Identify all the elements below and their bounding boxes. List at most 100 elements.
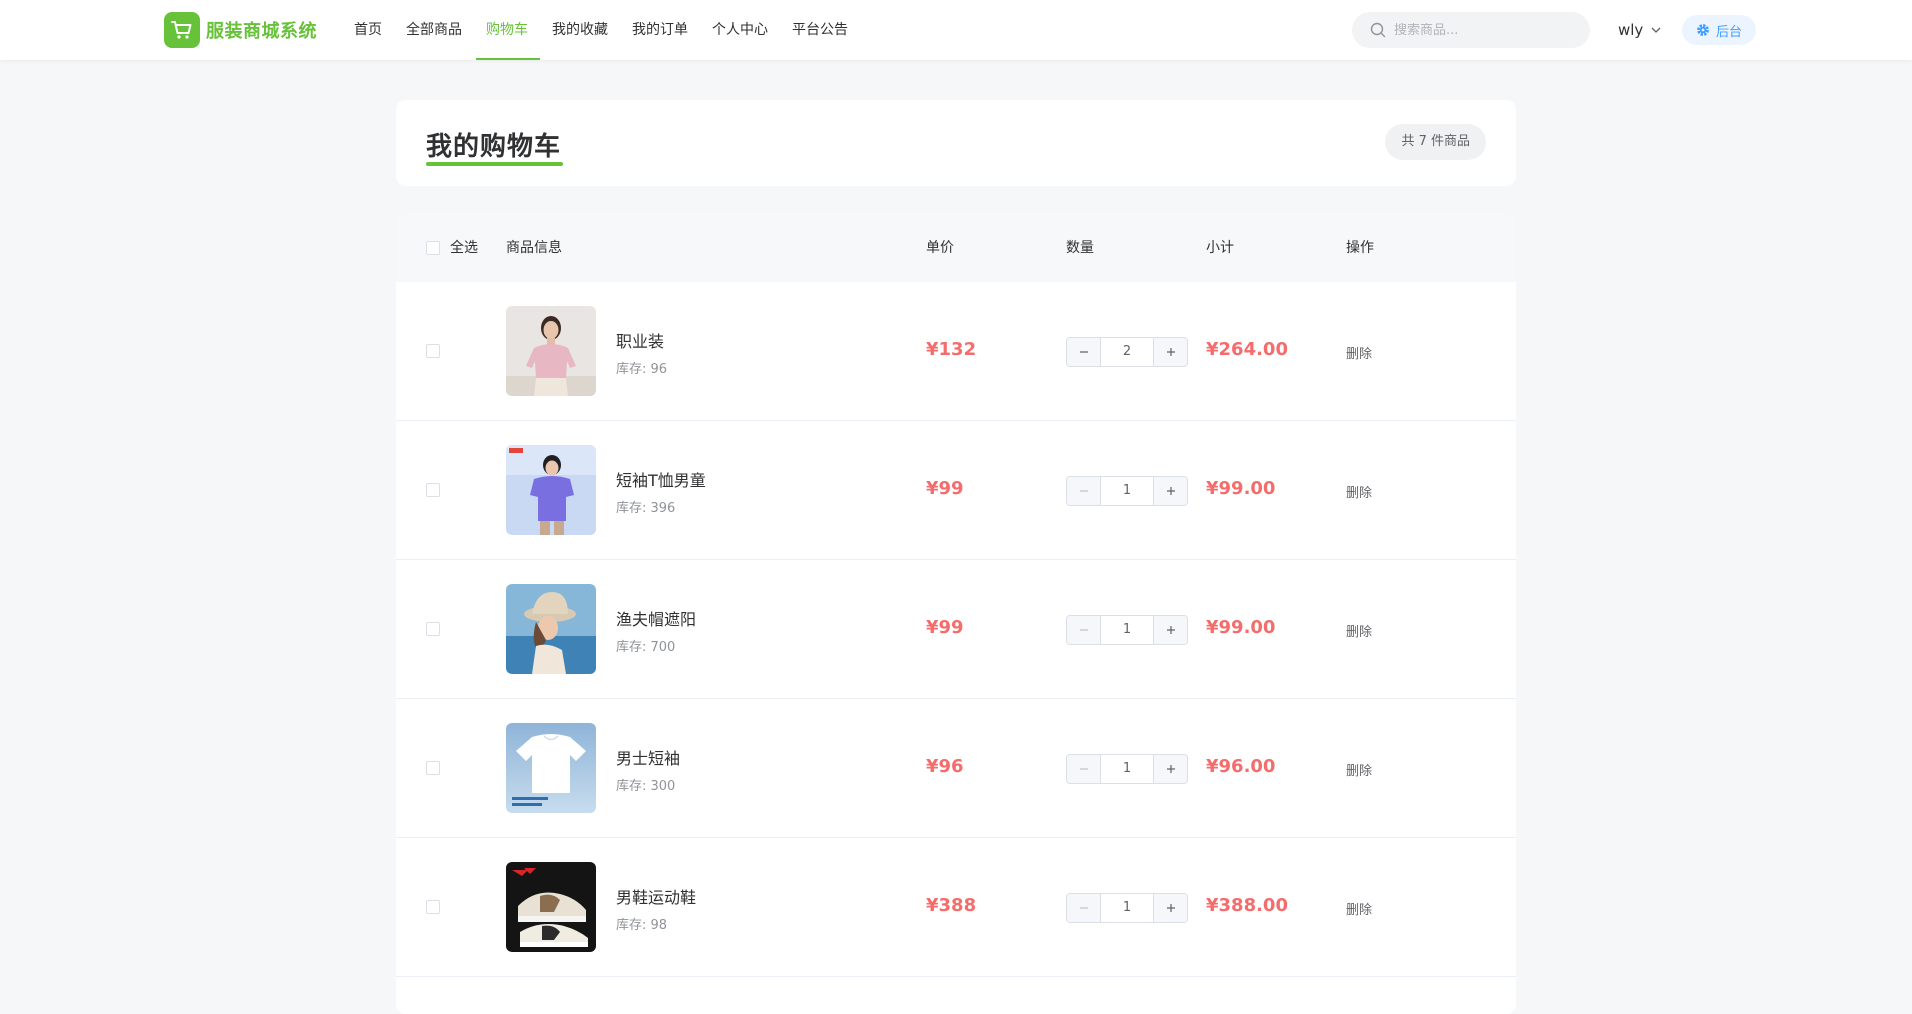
unit-price: ¥99: [926, 617, 964, 638]
product-image[interactable]: [506, 584, 596, 674]
nav-orders[interactable]: 我的订单: [632, 0, 688, 60]
quantity-value[interactable]: 1: [1101, 616, 1153, 644]
column-subtotal: 小计: [1206, 240, 1234, 256]
product-stock: 库存: 396: [616, 501, 676, 516]
nav-profile[interactable]: 个人中心: [712, 0, 768, 60]
nav-home[interactable]: 首页: [354, 0, 382, 60]
username: wly: [1618, 21, 1644, 39]
admin-label: 后台: [1715, 24, 1742, 40]
plus-icon: [1166, 626, 1175, 634]
nav-announcements[interactable]: 平台公告: [792, 0, 848, 60]
product-image[interactable]: [506, 445, 596, 535]
quantity-value[interactable]: 1: [1101, 894, 1153, 922]
product-name[interactable]: 男士短袖: [616, 745, 680, 769]
product-image[interactable]: [506, 306, 596, 396]
quantity-stepper: 1: [1066, 476, 1188, 506]
product-stock: 库存: 98: [616, 918, 668, 933]
column-quantity: 数量: [1066, 240, 1094, 256]
product-name[interactable]: 男鞋运动鞋: [616, 884, 696, 908]
minus-icon: [1079, 768, 1088, 770]
delete-button[interactable]: 删除: [1346, 343, 1372, 362]
cart-header-card: 我的购物车 共 7 件商品: [396, 100, 1516, 186]
minus-icon: [1079, 351, 1088, 353]
cart-row: 职业装 库存: 96 ¥132 2 ¥264.00 删除: [396, 282, 1516, 421]
quantity-value[interactable]: 1: [1101, 755, 1153, 783]
unit-price: ¥388: [926, 895, 977, 916]
column-actions: 操作: [1346, 240, 1374, 256]
product-image[interactable]: [506, 723, 596, 813]
increase-button[interactable]: [1153, 477, 1187, 505]
plus-icon: [1166, 904, 1175, 912]
column-unit-price: 单价: [926, 240, 954, 256]
unit-price: ¥132: [926, 339, 977, 360]
search-icon: [1370, 22, 1386, 38]
delete-button[interactable]: 删除: [1346, 760, 1372, 779]
column-product-info: 商品信息: [506, 240, 562, 256]
increase-button[interactable]: [1153, 616, 1187, 644]
row-subtotal: ¥264.00: [1206, 339, 1288, 360]
minus-icon: [1079, 629, 1088, 631]
row-checkbox[interactable]: [426, 344, 440, 358]
product-stock: 库存: 700: [616, 640, 676, 655]
row-checkbox[interactable]: [426, 622, 440, 636]
quantity-value[interactable]: 2: [1101, 338, 1153, 366]
row-checkbox[interactable]: [426, 483, 440, 497]
minus-icon: [1079, 907, 1088, 909]
quantity-stepper: 1: [1066, 893, 1188, 923]
table-header: 全选 商品信息 单价 数量 小计 操作: [396, 214, 1516, 282]
decrease-button[interactable]: [1067, 755, 1101, 783]
delete-button[interactable]: 删除: [1346, 899, 1372, 918]
row-subtotal: ¥99.00: [1206, 478, 1276, 499]
plus-icon: [1166, 487, 1175, 495]
cart-row: 渔夫帽遮阳 库存: 700 ¥99 1 ¥99.00 删除: [396, 560, 1516, 699]
row-checkbox[interactable]: [426, 900, 440, 914]
decrease-button[interactable]: [1067, 616, 1101, 644]
user-menu[interactable]: wly: [1618, 18, 1661, 42]
brand-name: 服装商城系统: [206, 21, 317, 42]
admin-button[interactable]: 后台: [1682, 15, 1756, 45]
product-name[interactable]: 短袖T恤男童: [616, 467, 706, 491]
decrease-button[interactable]: [1067, 338, 1101, 366]
top-navbar: 服装商城系统 首页 全部商品 购物车 我的收藏 我的订单 个人中心 平台公告 w…: [0, 0, 1912, 60]
nav-all-products[interactable]: 全部商品: [406, 0, 462, 60]
item-count-badge: 共 7 件商品: [1385, 124, 1486, 160]
decrease-button[interactable]: [1067, 477, 1101, 505]
decrease-button[interactable]: [1067, 894, 1101, 922]
cart-logo-icon: [164, 12, 200, 48]
select-all-label: 全选: [450, 240, 478, 256]
row-subtotal: ¥96.00: [1206, 756, 1276, 777]
increase-button[interactable]: [1153, 894, 1187, 922]
cart-table: 全选 商品信息 单价 数量 小计 操作 职业装 库存: 96 ¥132 2 ¥2…: [396, 214, 1516, 1014]
plus-icon: [1166, 348, 1175, 356]
nav-cart[interactable]: 购物车: [476, 0, 540, 60]
plus-icon: [1166, 765, 1175, 773]
row-subtotal: ¥99.00: [1206, 617, 1276, 638]
product-image[interactable]: [506, 862, 596, 952]
main-nav: 首页 全部商品 购物车 我的收藏 我的订单 个人中心 平台公告: [354, 0, 872, 60]
cart-row: 男鞋运动鞋 库存: 98 ¥388 1 ¥388.00 删除: [396, 838, 1516, 977]
quantity-stepper: 1: [1066, 754, 1188, 784]
cart-row: 短袖T恤男童 库存: 396 ¥99 1 ¥99.00 删除: [396, 421, 1516, 560]
title-underline: [426, 162, 563, 166]
row-checkbox[interactable]: [426, 761, 440, 775]
increase-button[interactable]: [1153, 755, 1187, 783]
product-stock: 库存: 300: [616, 779, 676, 794]
quantity-value[interactable]: 1: [1101, 477, 1153, 505]
unit-price: ¥96: [926, 756, 964, 777]
nav-favorites[interactable]: 我的收藏: [552, 0, 608, 60]
product-name[interactable]: 职业装: [616, 328, 664, 352]
page-title: 我的购物车: [426, 132, 562, 162]
brand[interactable]: 服装商城系统: [164, 12, 317, 48]
minus-icon: [1079, 490, 1088, 492]
gear-icon: [1697, 24, 1709, 36]
delete-button[interactable]: 删除: [1346, 482, 1372, 501]
select-all-checkbox[interactable]: [426, 241, 440, 255]
product-name[interactable]: 渔夫帽遮阳: [616, 606, 696, 630]
unit-price: ¥99: [926, 478, 964, 499]
delete-button[interactable]: 删除: [1346, 621, 1372, 640]
product-stock: 库存: 96: [616, 362, 668, 377]
search-input[interactable]: [1394, 22, 1574, 38]
cart-row: 男士短袖 库存: 300 ¥96 1 ¥96.00 删除: [396, 699, 1516, 838]
quantity-stepper: 2: [1066, 337, 1188, 367]
increase-button[interactable]: [1153, 338, 1187, 366]
